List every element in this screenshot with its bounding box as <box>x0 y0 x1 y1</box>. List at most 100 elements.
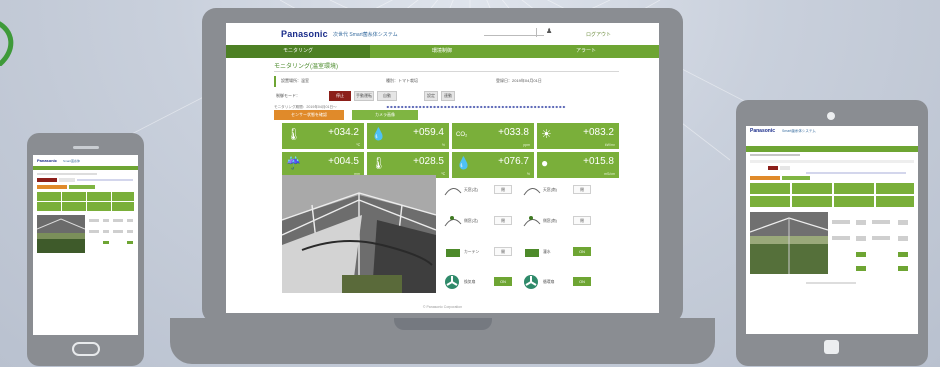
actuator-label: 循環扇 <box>543 280 555 284</box>
actuator-label: 天窓(北) <box>464 188 478 192</box>
footer-copyright: © Panasonic Corporation <box>422 305 463 309</box>
tablet-tagline: Smart菌糸体システム <box>782 129 816 133</box>
smartphone-device: Panasonic Smart菌糸体 <box>27 133 144 366</box>
actuator-label: 側窓(南) <box>543 219 557 223</box>
actuator-switch[interactable]: ON <box>573 247 591 256</box>
tab-control[interactable]: 環境制御 <box>370 45 514 58</box>
sensor-tile-co2: CO₂ +033.8 ppm <box>452 123 534 149</box>
phone-tagline: Smart菌糸体 <box>63 158 81 163</box>
camera-image-button[interactable]: カメラ画像 <box>352 110 418 120</box>
actuator-label: 側窓(北) <box>464 219 478 223</box>
sensor-tile-ec: ● +015.8 mS/cm <box>537 152 619 178</box>
sensor-tile-humidity: 💧 +059.4 % <box>367 123 449 149</box>
phone-brand-logo: Panasonic <box>37 158 58 163</box>
auto-select[interactable]: 自動 <box>377 91 397 101</box>
link-button[interactable]: 連動 <box>441 91 455 101</box>
tablet-nav-bar[interactable] <box>746 146 918 152</box>
user-field[interactable] <box>484 30 544 36</box>
logout-link[interactable]: ログアウト <box>586 31 611 38</box>
tablet-brand-logo: Panasonic <box>750 128 776 134</box>
laptop-screen: Panasonic 次世代 Smart菌糸体システム ♟ ログアウト モニタリン… <box>226 23 659 313</box>
phone-actuator-list[interactable] <box>89 217 134 251</box>
page-title: モニタリング(温室環境) <box>274 64 338 70</box>
tile-value: +059.4 <box>413 127 444 138</box>
actuator-switch[interactable]: 閉 <box>494 216 512 225</box>
tile-unit: mS/cm <box>604 172 615 176</box>
tile-unit: ℃ <box>356 143 360 147</box>
roof-window-icon <box>444 188 462 196</box>
actuator-switch[interactable]: 閉 <box>494 185 512 194</box>
tablet-mode-button[interactable] <box>750 176 780 180</box>
setting-button[interactable]: 設定 <box>424 91 438 101</box>
ventilation-fan-icon <box>445 275 459 289</box>
sensor-tile-solar: ☀ +083.2 kW/m² <box>537 123 619 149</box>
tile-unit: % <box>526 172 530 176</box>
tile-unit: ppm <box>523 143 530 147</box>
tile-unit: kW/m² <box>604 143 615 147</box>
tablet-actuator-list[interactable] <box>832 216 914 274</box>
sun-icon: ☀ <box>541 127 552 141</box>
phone-home-button[interactable] <box>72 342 100 356</box>
tablet-tile <box>750 183 790 194</box>
tablet-home-button[interactable] <box>824 340 839 354</box>
drop-ec-icon: ● <box>541 156 549 170</box>
manual-button[interactable]: 手動運転 <box>354 91 374 101</box>
tablet-screen: Panasonic Smart菌糸体システム <box>746 126 918 334</box>
title-divider <box>274 71 619 72</box>
phone-mode-button[interactable] <box>37 185 67 189</box>
tablet-tile <box>876 196 914 207</box>
tablet-stop-button[interactable] <box>768 166 778 170</box>
rain-icon: ☔ <box>286 156 301 170</box>
phone-tile <box>62 202 86 211</box>
actuator-switch[interactable]: ON <box>573 277 591 286</box>
phone-manual-button[interactable] <box>59 178 75 182</box>
sensor-status-button[interactable]: センサー状態を確認 <box>274 110 344 120</box>
phone-progress-track <box>77 179 133 181</box>
laptop-device: Panasonic 次世代 Smart菌糸体システム ♟ ログアウト モニタリン… <box>202 8 683 323</box>
phone-tile <box>62 192 86 201</box>
phone-tile <box>112 192 134 201</box>
actuator-switch[interactable]: ON <box>494 277 512 286</box>
info-row: 設置場所：温室 種別：トマト栽培 登録日：2019年04月01日 <box>274 76 621 87</box>
phone-speaker <box>73 146 99 149</box>
tablet-camera <box>827 112 835 120</box>
app-tagline: 次世代 Smart菌糸体システム <box>333 32 398 38</box>
stop-button[interactable]: 停止 <box>329 91 351 101</box>
phone-camera-button[interactable] <box>69 185 95 189</box>
info-location: 設置場所：温室 <box>281 78 309 83</box>
tablet-header: Panasonic Smart菌糸体システム <box>746 126 918 136</box>
actuator-switch[interactable]: 閉 <box>573 185 591 194</box>
control-row: 制御モード： 停止 手動運転 自動 設定 連動 <box>274 90 619 102</box>
tablet-device: Panasonic Smart菌糸体システム <box>736 100 928 366</box>
tablet-camera-button[interactable] <box>782 176 810 180</box>
actuator-switch[interactable]: 閉 <box>573 216 591 225</box>
tablet-info-row <box>750 160 914 163</box>
tablet-tile <box>750 196 790 207</box>
sensor-tile-air-temp: 🌡 +034.2 ℃ <box>282 123 364 149</box>
soil-temp-icon: 🌡 <box>371 156 387 170</box>
user-icon[interactable]: ♟ <box>546 27 552 35</box>
phone-screen: Panasonic Smart菌糸体 <box>33 155 138 335</box>
tab-alert[interactable]: アラート <box>514 45 658 58</box>
phone-nav-bar[interactable] <box>33 166 138 170</box>
tile-unit: % <box>441 143 445 147</box>
phone-tile <box>87 202 111 211</box>
droplet-icon: 💧 <box>371 127 386 141</box>
leaf-logo-icon <box>0 21 14 66</box>
sensor-tile-soil-moisture: 💧 +076.7 % <box>452 152 534 178</box>
thermometer-icon: 🌡 <box>286 127 302 141</box>
tile-unit: ℃ <box>441 172 445 176</box>
greenhouse-camera-image <box>282 175 436 293</box>
tablet-tile <box>792 183 832 194</box>
side-window-icon <box>523 216 541 227</box>
tablet-manual-button[interactable] <box>780 166 790 170</box>
actuator-switch[interactable]: 開 <box>494 247 512 256</box>
phone-stop-button[interactable] <box>37 178 57 182</box>
phone-tile <box>37 192 61 201</box>
actuator-label: 換気扇 <box>464 280 476 284</box>
phone-header: Panasonic Smart菌糸体 <box>33 155 138 165</box>
actuator-label: カーテン <box>464 250 480 254</box>
tab-monitoring[interactable]: モニタリング <box>226 45 370 58</box>
app-header: Panasonic 次世代 Smart菌糸体システム ♟ ログアウト <box>226 23 659 45</box>
tablet-page-title <box>750 154 800 156</box>
